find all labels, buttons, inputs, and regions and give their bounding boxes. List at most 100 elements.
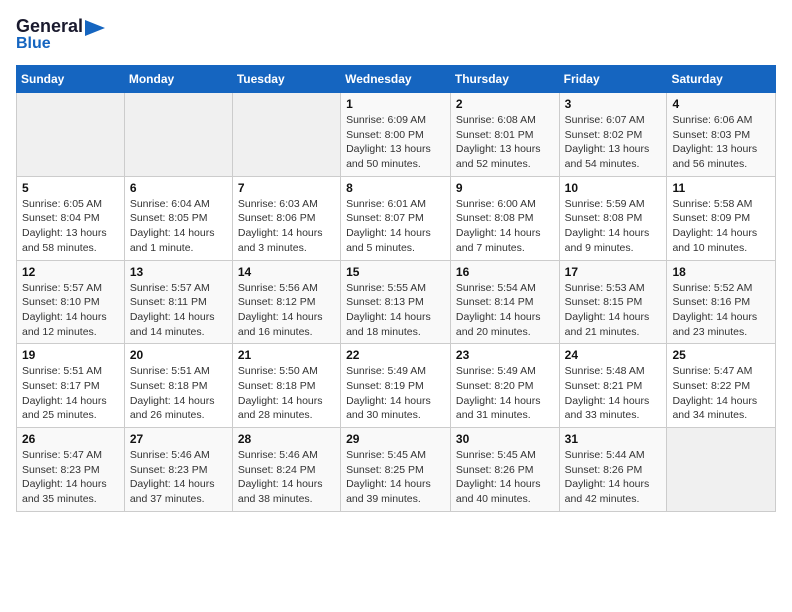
day-number: 3 [565,97,662,111]
calendar-cell: 15 Sunrise: 5:55 AM Sunset: 8:13 PM Dayli… [341,260,451,344]
day-info: Sunrise: 6:00 AM Sunset: 8:08 PM Dayligh… [456,197,554,256]
week-row-3: 12 Sunrise: 5:57 AM Sunset: 8:10 PM Dayli… [17,260,776,344]
weekday-header-wednesday: Wednesday [341,66,451,93]
day-number: 12 [22,265,119,279]
logo-blue-text: Blue [16,35,51,53]
day-number: 19 [22,348,119,362]
calendar-cell: 13Sunrise: 5:57 AM Sunset: 8:11 PM Dayli… [124,260,232,344]
calendar-cell [17,93,125,177]
day-number: 22 [346,348,445,362]
day-info: Sunrise: 5:59 AM Sunset: 8:08 PM Dayligh… [565,197,662,256]
weekday-header-row: SundayMondayTuesdayWednesdayThursdayFrid… [17,66,776,93]
day-info: Sunrise: 5:52 AM Sunset: 8:16 PM Dayligh… [672,281,770,340]
day-number: 13 [130,265,227,279]
calendar-cell: 22 Sunrise: 5:49 AM Sunset: 8:19 PM Dayli… [341,344,451,428]
day-info: Sunrise: 5:44 AM Sunset: 8:26 PM Dayligh… [565,448,662,507]
day-number: 27 [130,432,227,446]
day-number: 25 [672,348,770,362]
calendar-cell: 25 Sunrise: 5:47 AM Sunset: 8:22 PM Dayli… [667,344,776,428]
day-number: 23 [456,348,554,362]
day-number: 29 [346,432,445,446]
week-row-1: 1 Sunrise: 6:09 AM Sunset: 8:00 PM Daylig… [17,93,776,177]
calendar-cell: 16 Sunrise: 5:54 AM Sunset: 8:14 PM Dayli… [450,260,559,344]
day-info: Sunrise: 6:04 AM Sunset: 8:05 PM Dayligh… [130,197,227,256]
week-row-2: 5 Sunrise: 6:05 AM Sunset: 8:04 PM Daylig… [17,176,776,260]
week-row-4: 19Sunrise: 5:51 AM Sunset: 8:17 PM Dayli… [17,344,776,428]
weekday-header-friday: Friday [559,66,667,93]
day-number: 6 [130,181,227,195]
day-info: Sunrise: 5:46 AM Sunset: 8:24 PM Dayligh… [238,448,335,507]
calendar-table: SundayMondayTuesdayWednesdayThursdayFrid… [16,65,776,512]
day-number: 26 [22,432,119,446]
calendar-cell: 8Sunrise: 6:01 AM Sunset: 8:07 PM Daylig… [341,176,451,260]
day-number: 5 [22,181,119,195]
day-info: Sunrise: 5:45 AM Sunset: 8:26 PM Dayligh… [456,448,554,507]
day-number: 15 [346,265,445,279]
calendar-cell: 2Sunrise: 6:08 AM Sunset: 8:01 PM Daylig… [450,93,559,177]
day-info: Sunrise: 5:51 AM Sunset: 8:18 PM Dayligh… [130,364,227,423]
calendar-cell: 18 Sunrise: 5:52 AM Sunset: 8:16 PM Dayli… [667,260,776,344]
logo: General Blue [16,16,105,53]
calendar-cell [124,93,232,177]
week-row-5: 26 Sunrise: 5:47 AM Sunset: 8:23 PM Dayli… [17,428,776,512]
day-info: Sunrise: 5:49 AM Sunset: 8:19 PM Dayligh… [346,364,445,423]
calendar-cell: 28 Sunrise: 5:46 AM Sunset: 8:24 PM Dayli… [232,428,340,512]
day-number: 14 [238,265,335,279]
day-number: 30 [456,432,554,446]
day-info: Sunrise: 5:57 AM Sunset: 8:10 PM Dayligh… [22,281,119,340]
calendar-cell: 17Sunrise: 5:53 AM Sunset: 8:15 PM Dayli… [559,260,667,344]
day-number: 24 [565,348,662,362]
day-info: Sunrise: 5:45 AM Sunset: 8:25 PM Dayligh… [346,448,445,507]
calendar-cell: 6 Sunrise: 6:04 AM Sunset: 8:05 PM Daylig… [124,176,232,260]
calendar-cell: 1 Sunrise: 6:09 AM Sunset: 8:00 PM Daylig… [341,93,451,177]
calendar-cell [667,428,776,512]
day-info: Sunrise: 5:58 AM Sunset: 8:09 PM Dayligh… [672,197,770,256]
weekday-header-tuesday: Tuesday [232,66,340,93]
calendar-cell: 30 Sunrise: 5:45 AM Sunset: 8:26 PM Dayli… [450,428,559,512]
day-info: Sunrise: 6:06 AM Sunset: 8:03 PM Dayligh… [672,113,770,172]
calendar-cell: 11Sunrise: 5:58 AM Sunset: 8:09 PM Dayli… [667,176,776,260]
day-info: Sunrise: 6:07 AM Sunset: 8:02 PM Dayligh… [565,113,662,172]
page-header: General Blue [16,16,776,53]
calendar-cell: 24 Sunrise: 5:48 AM Sunset: 8:21 PM Dayli… [559,344,667,428]
calendar-cell: 14 Sunrise: 5:56 AM Sunset: 8:12 PM Dayli… [232,260,340,344]
day-info: Sunrise: 5:55 AM Sunset: 8:13 PM Dayligh… [346,281,445,340]
day-number: 28 [238,432,335,446]
day-info: Sunrise: 5:47 AM Sunset: 8:23 PM Dayligh… [22,448,119,507]
day-number: 7 [238,181,335,195]
day-info: Sunrise: 5:47 AM Sunset: 8:22 PM Dayligh… [672,364,770,423]
day-info: Sunrise: 6:05 AM Sunset: 8:04 PM Dayligh… [22,197,119,256]
day-number: 10 [565,181,662,195]
weekday-header-monday: Monday [124,66,232,93]
calendar-cell: 9Sunrise: 6:00 AM Sunset: 8:08 PM Daylig… [450,176,559,260]
calendar-cell: 31 Sunrise: 5:44 AM Sunset: 8:26 PM Dayli… [559,428,667,512]
calendar-cell: 29 Sunrise: 5:45 AM Sunset: 8:25 PM Dayli… [341,428,451,512]
day-number: 2 [456,97,554,111]
day-number: 21 [238,348,335,362]
day-info: Sunrise: 5:49 AM Sunset: 8:20 PM Dayligh… [456,364,554,423]
day-number: 31 [565,432,662,446]
day-number: 8 [346,181,445,195]
day-info: Sunrise: 5:48 AM Sunset: 8:21 PM Dayligh… [565,364,662,423]
day-number: 16 [456,265,554,279]
logo-icon [85,20,105,36]
day-info: Sunrise: 5:46 AM Sunset: 8:23 PM Dayligh… [130,448,227,507]
calendar-cell: 21 Sunrise: 5:50 AM Sunset: 8:18 PM Dayli… [232,344,340,428]
calendar-cell: 10 Sunrise: 5:59 AM Sunset: 8:08 PM Dayli… [559,176,667,260]
day-info: Sunrise: 5:54 AM Sunset: 8:14 PM Dayligh… [456,281,554,340]
calendar-cell: 7 Sunrise: 6:03 AM Sunset: 8:06 PM Daylig… [232,176,340,260]
weekday-header-sunday: Sunday [17,66,125,93]
calendar-cell: 4Sunrise: 6:06 AM Sunset: 8:03 PM Daylig… [667,93,776,177]
day-info: Sunrise: 6:09 AM Sunset: 8:00 PM Dayligh… [346,113,445,172]
day-info: Sunrise: 6:03 AM Sunset: 8:06 PM Dayligh… [238,197,335,256]
calendar-cell: 12 Sunrise: 5:57 AM Sunset: 8:10 PM Dayli… [17,260,125,344]
day-number: 17 [565,265,662,279]
day-number: 1 [346,97,445,111]
weekday-header-saturday: Saturday [667,66,776,93]
day-number: 18 [672,265,770,279]
day-info: Sunrise: 5:56 AM Sunset: 8:12 PM Dayligh… [238,281,335,340]
day-info: Sunrise: 5:50 AM Sunset: 8:18 PM Dayligh… [238,364,335,423]
logo-text: General [16,16,105,37]
calendar-cell: 5 Sunrise: 6:05 AM Sunset: 8:04 PM Daylig… [17,176,125,260]
calendar-cell: 19Sunrise: 5:51 AM Sunset: 8:17 PM Dayli… [17,344,125,428]
